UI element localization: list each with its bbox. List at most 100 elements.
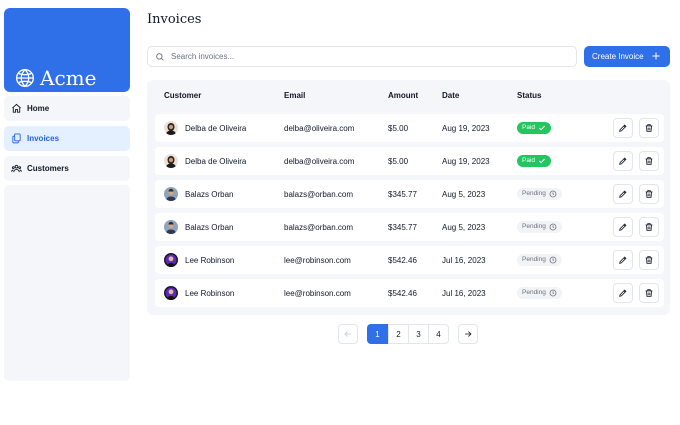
trash-icon [645, 223, 653, 231]
table-row: Lee Robinson lee@robinson.com $542.46 Ju… [155, 279, 664, 307]
customer-email: balazs@orban.com [284, 223, 354, 232]
arrow-right-icon [465, 331, 472, 337]
document-duplicate-icon [11, 133, 22, 144]
trash-icon [645, 157, 653, 165]
delete-button[interactable] [639, 184, 659, 204]
invoice-date: Jul 16, 2023 [442, 256, 486, 265]
previous-page-button[interactable] [338, 324, 358, 344]
globe-icon [15, 68, 35, 88]
delete-button[interactable] [639, 250, 659, 270]
edit-button[interactable] [613, 283, 633, 303]
delete-button[interactable] [639, 118, 659, 138]
edit-button[interactable] [613, 118, 633, 138]
edit-button[interactable] [613, 217, 633, 237]
invoice-amount: $5.00 [388, 124, 409, 133]
status-badge: Pending [517, 221, 562, 233]
column-header-customer: Customer [164, 91, 202, 100]
status-label: Paid [522, 157, 536, 164]
status-badge: Paid [517, 155, 552, 167]
customer-email: lee@robinson.com [284, 289, 351, 298]
delete-button[interactable] [639, 217, 659, 237]
sidebar-spacer [4, 185, 130, 381]
invoice-date: Jul 16, 2023 [442, 289, 486, 298]
customer-name: Lee Robinson [185, 256, 235, 265]
search-box[interactable] [147, 46, 577, 67]
customer-name: Lee Robinson [185, 289, 235, 298]
edit-button[interactable] [613, 184, 633, 204]
status-label: Paid [522, 124, 536, 131]
status-badge: Pending [517, 188, 562, 200]
create-invoice-button[interactable]: Create Invoice [584, 46, 670, 67]
delete-button[interactable] [639, 151, 659, 171]
avatar [164, 220, 178, 234]
customer-email: delba@oliveira.com [284, 124, 355, 133]
status-badge: Paid [517, 122, 552, 134]
status-label: Pending [522, 256, 546, 263]
invoice-date: Aug 5, 2023 [442, 223, 486, 232]
table-row: Delba de Oliveira delba@oliveira.com $5.… [155, 114, 664, 142]
invoice-amount: $542.46 [388, 289, 417, 298]
customer-name: Balazs Orban [185, 223, 234, 232]
customer-name: Delba de Oliveira [185, 124, 247, 133]
page-button-4[interactable]: 4 [428, 324, 449, 344]
table-row: Balazs Orban balazs@orban.com $345.77 Au… [155, 180, 664, 208]
sidebar-item-label: Invoices [27, 134, 60, 143]
check-icon [538, 124, 546, 132]
edit-button[interactable] [613, 151, 633, 171]
customer-email: lee@robinson.com [284, 256, 351, 265]
next-page-button[interactable] [458, 324, 478, 344]
page-title: Invoices [147, 12, 202, 27]
clock-icon [549, 289, 557, 297]
column-header-status: Status [517, 91, 542, 100]
pencil-icon [619, 223, 627, 231]
customer-name: Delba de Oliveira [185, 157, 247, 166]
check-icon [538, 157, 546, 165]
customer-email: delba@oliveira.com [284, 157, 355, 166]
pencil-icon [619, 124, 627, 132]
edit-button[interactable] [613, 250, 633, 270]
search-icon [155, 52, 165, 62]
table-row: Delba de Oliveira delba@oliveira.com $5.… [155, 147, 664, 175]
customer-email: balazs@orban.com [284, 190, 354, 199]
invoice-amount: $345.77 [388, 190, 417, 199]
avatar [164, 286, 178, 300]
invoice-amount: $542.46 [388, 256, 417, 265]
sidebar-item-label: Customers [27, 164, 69, 173]
trash-icon [645, 190, 653, 198]
sidebar-item-customers[interactable]: Customers [4, 156, 130, 181]
trash-icon [645, 289, 653, 297]
trash-icon [645, 256, 653, 264]
status-badge: Pending [517, 254, 562, 266]
table-row: Balazs Orban balazs@orban.com $345.77 Au… [155, 213, 664, 241]
status-label: Pending [522, 289, 546, 296]
pencil-icon [619, 190, 627, 198]
user-group-icon [11, 163, 22, 174]
avatar [164, 121, 178, 135]
clock-icon [549, 190, 557, 198]
invoice-amount: $345.77 [388, 223, 417, 232]
page-button-2[interactable]: 2 [388, 324, 409, 344]
sidebar-item-invoices[interactable]: Invoices [4, 126, 130, 151]
search-input[interactable] [171, 52, 551, 61]
pencil-icon [619, 256, 627, 264]
sidebar-item-home[interactable]: Home [4, 96, 130, 121]
home-icon [11, 103, 22, 114]
plus-icon [650, 50, 662, 62]
page-button-3[interactable]: 3 [408, 324, 429, 344]
invoice-date: Aug 19, 2023 [442, 124, 490, 133]
invoice-date: Aug 19, 2023 [442, 157, 490, 166]
clock-icon [549, 223, 557, 231]
arrow-left-icon [344, 331, 351, 337]
brand-name: Acme [40, 66, 97, 90]
table-row: Lee Robinson lee@robinson.com $542.46 Ju… [155, 246, 664, 274]
delete-button[interactable] [639, 283, 659, 303]
status-label: Pending [522, 190, 546, 197]
invoice-date: Aug 5, 2023 [442, 190, 486, 199]
trash-icon [645, 124, 653, 132]
status-badge: Pending [517, 287, 562, 299]
create-invoice-label: Create Invoice [592, 52, 644, 61]
invoice-amount: $5.00 [388, 157, 409, 166]
acme-logo[interactable]: Acme [4, 8, 130, 92]
page-button-1[interactable]: 1 [367, 324, 388, 344]
column-header-amount: Amount [388, 91, 419, 100]
